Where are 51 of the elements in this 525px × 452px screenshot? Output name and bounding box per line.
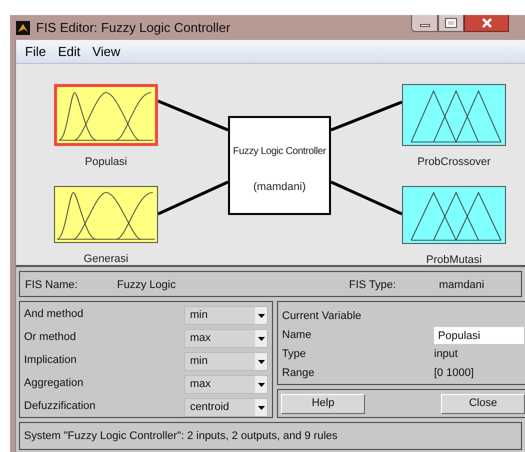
- status-text: System "Fuzzy Logic Controller": 2 inputs, 2 outputs, and 9 rules: [24, 430, 338, 442]
- type-value: input: [434, 347, 459, 362]
- section-title: Current Variable: [282, 309, 362, 324]
- method-dropdown[interactable]: max: [184, 375, 268, 394]
- fis-name-value: Fuzzy Logic: [117, 278, 177, 293]
- variable-label: ProbMutasi: [425, 253, 483, 268]
- window-title: FIS Editor: Fuzzy Logic Controller: [36, 18, 230, 37]
- system-block[interactable]: Fuzzy Logic Controller (mamdani): [228, 116, 331, 215]
- name-field[interactable]: Populasi: [434, 327, 524, 344]
- dropdown-arrow-icon: [258, 336, 264, 340]
- variable-label: ProbCrossover: [416, 155, 492, 170]
- dropdown-arrow-icon: [258, 406, 264, 410]
- method-label: Aggregation: [24, 376, 84, 391]
- method-label: And method: [24, 307, 84, 322]
- method-label: Defuzzification: [24, 399, 97, 414]
- field-label: Type: [282, 347, 307, 362]
- field-label: FIS Name:: [25, 278, 79, 293]
- dropdown-arrow-icon: [258, 360, 264, 364]
- dialog-button[interactable]: Close: [441, 394, 525, 414]
- method-dropdown[interactable]: max: [184, 329, 268, 348]
- minimize-button[interactable]: [411, 15, 438, 32]
- app-logo-icon: [16, 20, 30, 34]
- field-label: Name: [282, 328, 312, 344]
- method-dropdown[interactable]: min: [184, 306, 268, 325]
- menu-item[interactable]: File: [21, 42, 50, 62]
- range-value: [0 1000]: [434, 366, 475, 382]
- variable-label: Populasi: [84, 155, 128, 170]
- connector-line: [157, 180, 229, 216]
- field-label: FIS Type:: [349, 278, 397, 293]
- field-label: Range: [282, 366, 316, 382]
- maximize-button[interactable]: [438, 15, 464, 32]
- dropdown-arrow-icon: [258, 314, 264, 318]
- method-label: Implication: [24, 353, 78, 368]
- connector-line: [157, 100, 229, 132]
- method-dropdown[interactable]: centroid: [184, 398, 268, 417]
- dropdown-arrow-icon: [258, 382, 264, 386]
- system-type: (mamdani): [253, 180, 306, 195]
- membership-plot[interactable]: [54, 186, 158, 243]
- fis-type-value: mamdani: [439, 278, 484, 293]
- membership-plot[interactable]: [402, 84, 506, 146]
- menu-item[interactable]: View: [88, 42, 124, 62]
- system-name: Fuzzy Logic Controller: [233, 145, 326, 159]
- method-dropdown[interactable]: min: [184, 352, 268, 371]
- close-icon: [482, 18, 492, 28]
- membership-plot[interactable]: [54, 84, 158, 146]
- method-label: Or method: [24, 330, 77, 345]
- dialog-button[interactable]: Help: [281, 394, 365, 414]
- close-button[interactable]: [464, 15, 509, 32]
- menu-item[interactable]: Edit: [54, 42, 84, 62]
- membership-plot[interactable]: [402, 186, 506, 244]
- variable-label: Generasi: [82, 252, 130, 267]
